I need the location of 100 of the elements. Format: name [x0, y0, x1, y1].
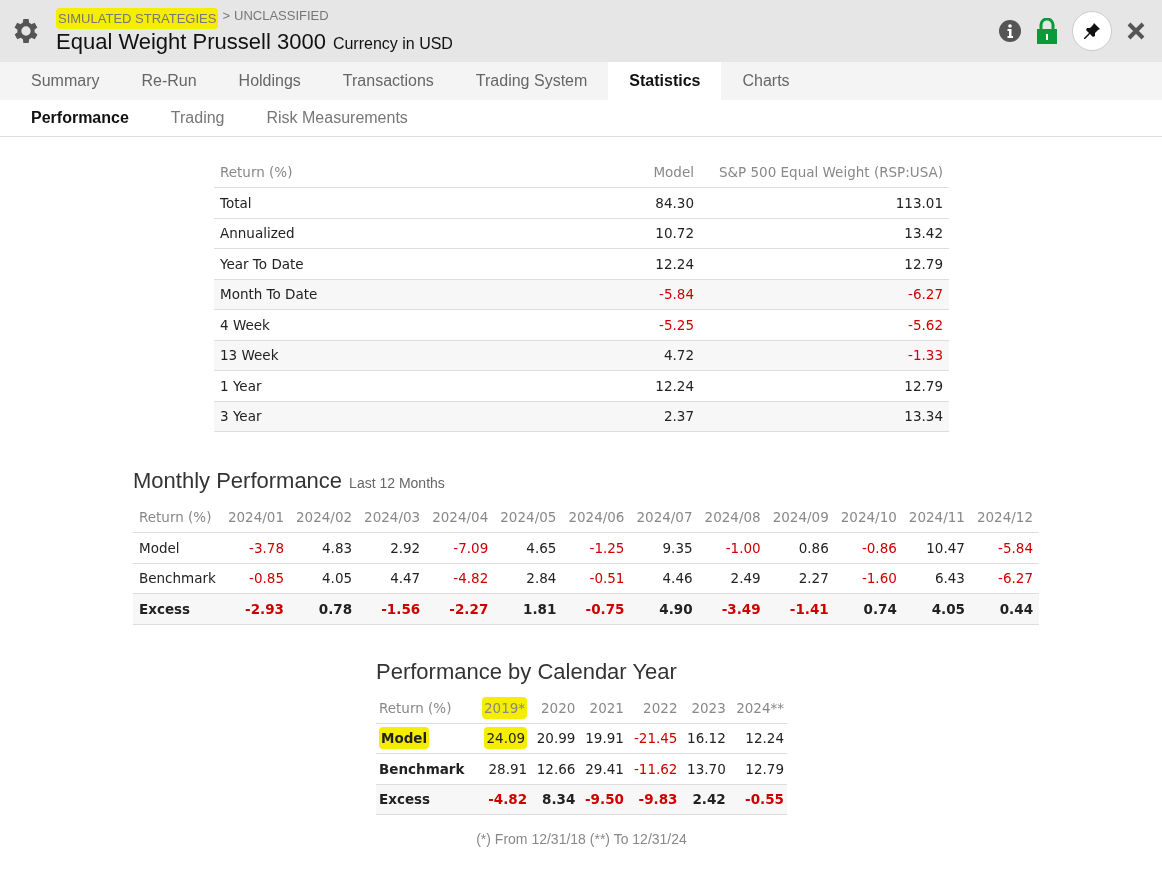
table-cell: -1.33 [700, 340, 949, 371]
breadcrumb-item[interactable]: SIMULATED STRATEGIES [56, 7, 219, 29]
table-cell: -0.51 [589, 570, 625, 587]
strategy-title: Equal Weight Prussell 3000 [56, 28, 326, 55]
table-cell: 4.05 [931, 600, 965, 617]
table-cell: 2.84 [526, 570, 557, 587]
row-label: 3 Year [214, 401, 604, 432]
info-icon[interactable] [998, 19, 1022, 43]
subtab[interactable]: Risk Measurements [245, 100, 429, 136]
section-title: Performance by Calendar Year [376, 658, 677, 685]
pin-button[interactable] [1072, 11, 1112, 51]
pin-icon [1083, 22, 1101, 40]
column-header: 2024/01 [227, 509, 284, 525]
column-header: 2024/06 [568, 509, 625, 525]
section-subtitle: Last 12 Months [349, 475, 445, 491]
table-cell: -1.41 [789, 600, 829, 617]
row-label: Excess [139, 600, 191, 617]
column-header: Return (%) [139, 509, 212, 525]
table-cell: 4.65 [526, 539, 557, 556]
table-cell: -5.84 [998, 539, 1034, 556]
table-cell: 2.49 [730, 570, 761, 587]
table-cell: 24.09 [484, 727, 528, 750]
table-cell: 4.47 [390, 570, 421, 587]
table-cell: 0.78 [318, 600, 353, 617]
table-cell: -2.27 [449, 600, 489, 617]
table-cell: -1.56 [381, 600, 421, 617]
tab[interactable]: Statistics [608, 62, 722, 100]
column-header: 2024/12 [976, 509, 1034, 525]
table-cell: -0.86 [861, 539, 897, 556]
column-header: 2023 [691, 699, 726, 716]
subtab[interactable]: Performance [10, 100, 150, 136]
table-cell: 13.42 [700, 218, 949, 249]
table-cell: -0.55 [745, 791, 784, 808]
table-cell: 6.43 [934, 570, 965, 587]
column-header: 2024/10 [840, 509, 897, 525]
row-label: Month To Date [214, 279, 604, 310]
table-cell: 12.24 [745, 730, 784, 747]
table-cell: -6.27 [700, 279, 949, 310]
table-cell: -9.83 [638, 791, 678, 808]
breadcrumb-item[interactable]: > [222, 7, 231, 29]
table-cell: 10.72 [604, 218, 700, 249]
column-header: Return (%) [379, 699, 452, 716]
table-cell: -6.27 [998, 570, 1034, 587]
column-header: Model [604, 157, 700, 188]
close-icon[interactable] [1126, 21, 1146, 41]
footnote: (*) From 12/31/18 (**) To 12/31/24 [475, 831, 688, 847]
table-cell: 2.37 [604, 401, 700, 432]
table-cell: -21.45 [633, 730, 678, 747]
table-cell: 0.44 [999, 600, 1034, 617]
lock-icon[interactable] [1036, 18, 1058, 44]
column-header: 2019* [482, 696, 528, 719]
row-label: Benchmark [379, 760, 465, 777]
section-title: Monthly Performance [133, 468, 343, 494]
column-header: 2024/03 [364, 509, 421, 525]
column-header: 2024** [736, 699, 784, 716]
table-cell: 28.91 [488, 760, 528, 777]
row-label: 13 Week [214, 340, 604, 371]
table-cell: -11.62 [633, 760, 678, 777]
table-cell: 2.92 [390, 539, 421, 556]
tab[interactable]: Charts [721, 62, 811, 100]
table-cell: 4.72 [604, 340, 700, 371]
column-header: 2020 [541, 699, 576, 716]
table-cell: -9.50 [585, 791, 624, 808]
row-label: Annualized [214, 218, 604, 249]
table-cell: 4.83 [322, 539, 353, 556]
table-cell: 0.74 [863, 600, 897, 617]
table-cell: 19.91 [585, 730, 624, 747]
table-cell: 12.66 [536, 760, 576, 777]
table-cell: -5.84 [604, 279, 700, 310]
column-header: 2024/02 [296, 509, 353, 525]
subtab[interactable]: Trading [149, 100, 246, 136]
tab[interactable]: Trading System [454, 62, 609, 100]
table-cell: 13.70 [687, 760, 726, 777]
table-cell: 113.01 [700, 187, 949, 218]
row-label: Excess [379, 791, 431, 808]
column-header: 2024/11 [908, 509, 965, 525]
table-cell: 4.90 [659, 600, 693, 617]
table-cell: -4.82 [488, 791, 528, 808]
column-header: 2024/08 [704, 509, 761, 525]
table-cell: -1.25 [589, 539, 625, 556]
tab[interactable]: Re-Run [120, 62, 218, 100]
tab[interactable]: Holdings [217, 62, 322, 100]
table-cell: 12.79 [745, 760, 784, 777]
row-label: Model [379, 727, 430, 750]
column-header: 2024/05 [500, 509, 557, 525]
table-cell: -3.49 [721, 600, 761, 617]
table-cell: -2.93 [245, 600, 284, 617]
table-cell: -3.78 [249, 539, 284, 556]
table-cell: 13.34 [700, 401, 949, 432]
table-cell: -4.82 [453, 570, 489, 587]
row-label: Total [214, 187, 604, 218]
table-cell: -0.75 [585, 600, 625, 617]
table-cell: 20.99 [536, 730, 576, 747]
row-label: Benchmark [139, 570, 216, 587]
breadcrumb-item[interactable]: UNCLASSIFIED [234, 7, 329, 29]
tab[interactable]: Summary [10, 62, 121, 100]
column-header: 2024/04 [432, 509, 489, 525]
tab[interactable]: Transactions [321, 62, 455, 100]
column-header: 2021 [589, 699, 624, 716]
table-cell: 2.42 [692, 791, 726, 808]
